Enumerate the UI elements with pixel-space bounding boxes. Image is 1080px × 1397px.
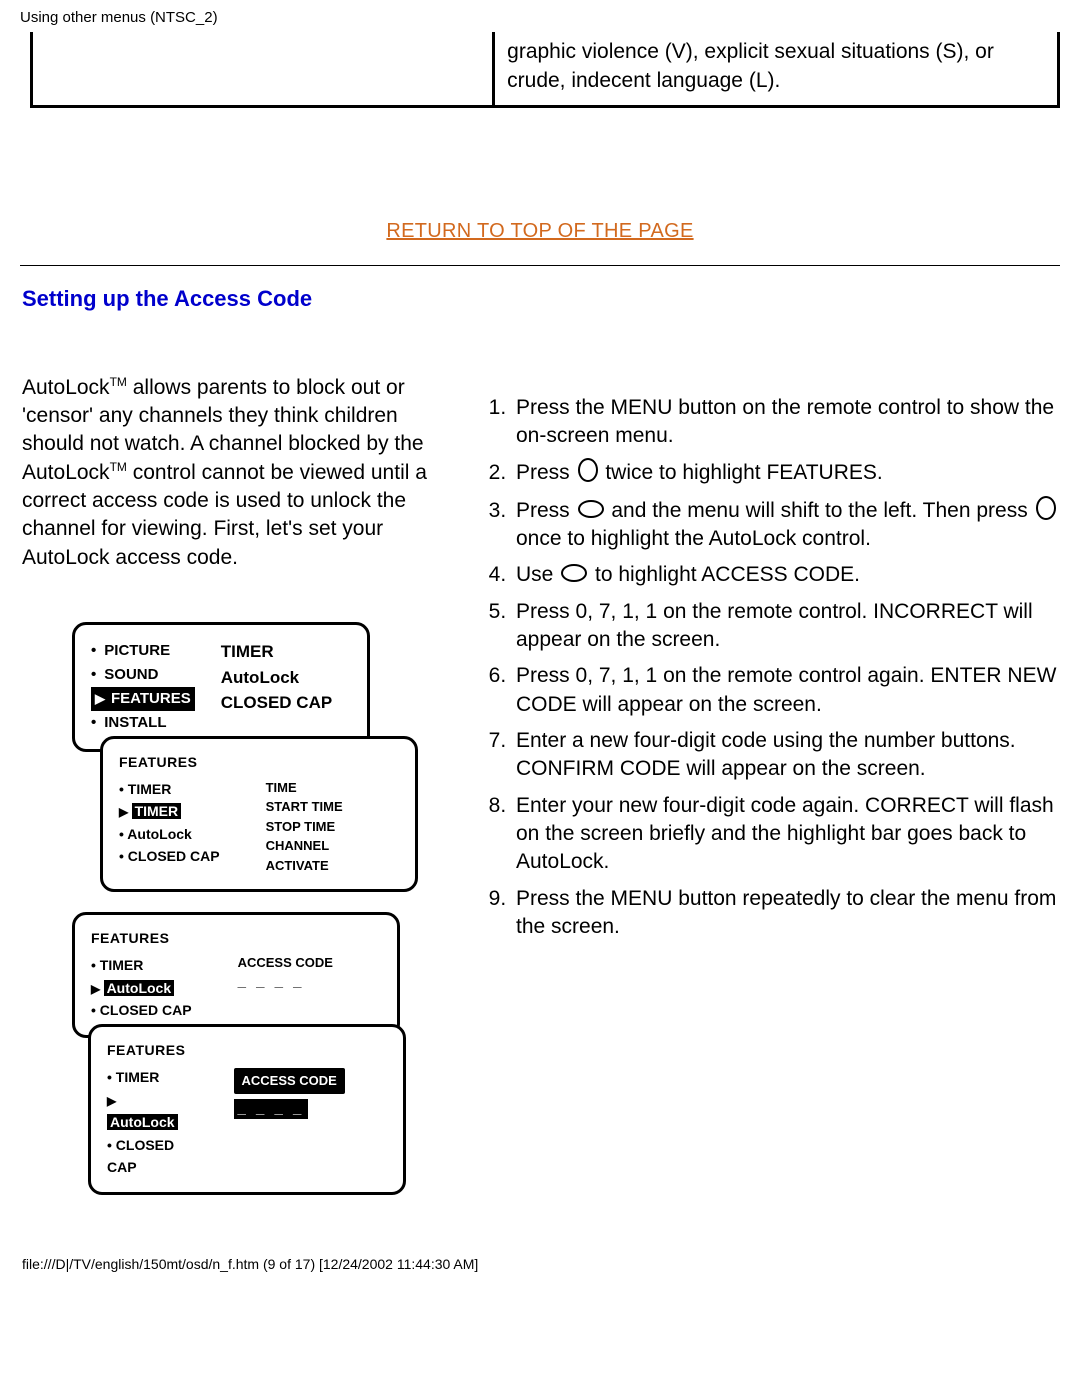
step-7: Enter a new four-digit code using the nu… bbox=[512, 727, 1060, 784]
right-ring-icon bbox=[578, 500, 604, 518]
return-to-top-link[interactable]: RETURN TO TOP OF THE PAGE bbox=[386, 220, 693, 242]
step-8: Enter your new four-digit code again. CO… bbox=[512, 792, 1060, 877]
osd-panel-1: PICTURE SOUND FEATURES INSTALL TIMER Aut… bbox=[72, 622, 370, 752]
osd-illustration: PICTURE SOUND FEATURES INSTALL TIMER Aut… bbox=[72, 622, 422, 1195]
step-4: Use to highlight ACCESS CODE. bbox=[512, 561, 1060, 589]
osd-panel-4: FEATURES TIMER AutoLock CLOSED CAP ACCES… bbox=[88, 1024, 406, 1195]
step-9: Press the MENU button repeatedly to clea… bbox=[512, 885, 1060, 942]
step-2: Press twice to highlight FEATURES. bbox=[512, 458, 1060, 487]
page-header: Using other menus (NTSC_2) bbox=[0, 0, 1080, 32]
divider bbox=[20, 265, 1060, 266]
step-3: Press and the menu will shift to the lef… bbox=[512, 496, 1060, 554]
osd-panel-2: FEATURES TIMER TIMER AutoLock CLOSED CAP… bbox=[100, 736, 418, 892]
steps-list: Press the MENU button on the remote cont… bbox=[482, 394, 1060, 942]
footer-path: file:///D|/TV/english/150mt/osd/n_f.htm … bbox=[0, 1195, 1080, 1288]
section-heading: Setting up the Access Code bbox=[22, 284, 1060, 314]
intro-text: AutoLockTM allows parents to block out o… bbox=[22, 374, 452, 572]
right-ring-icon bbox=[561, 564, 587, 582]
step-1: Press the MENU button on the remote cont… bbox=[512, 394, 1060, 451]
rating-cell-left bbox=[32, 32, 494, 106]
step-6: Press 0, 7, 1, 1 on the remote control a… bbox=[512, 662, 1060, 719]
down-ring-icon bbox=[1036, 496, 1056, 520]
rating-cell-right: graphic violence (V), explicit sexual si… bbox=[494, 32, 1059, 106]
rating-table-fragment: graphic violence (V), explicit sexual si… bbox=[30, 32, 1060, 108]
step-5: Press 0, 7, 1, 1 on the remote control. … bbox=[512, 598, 1060, 655]
down-ring-icon bbox=[578, 458, 598, 482]
osd-panel-3: FEATURES TIMER AutoLock CLOSED CAP ACCES… bbox=[72, 912, 400, 1038]
